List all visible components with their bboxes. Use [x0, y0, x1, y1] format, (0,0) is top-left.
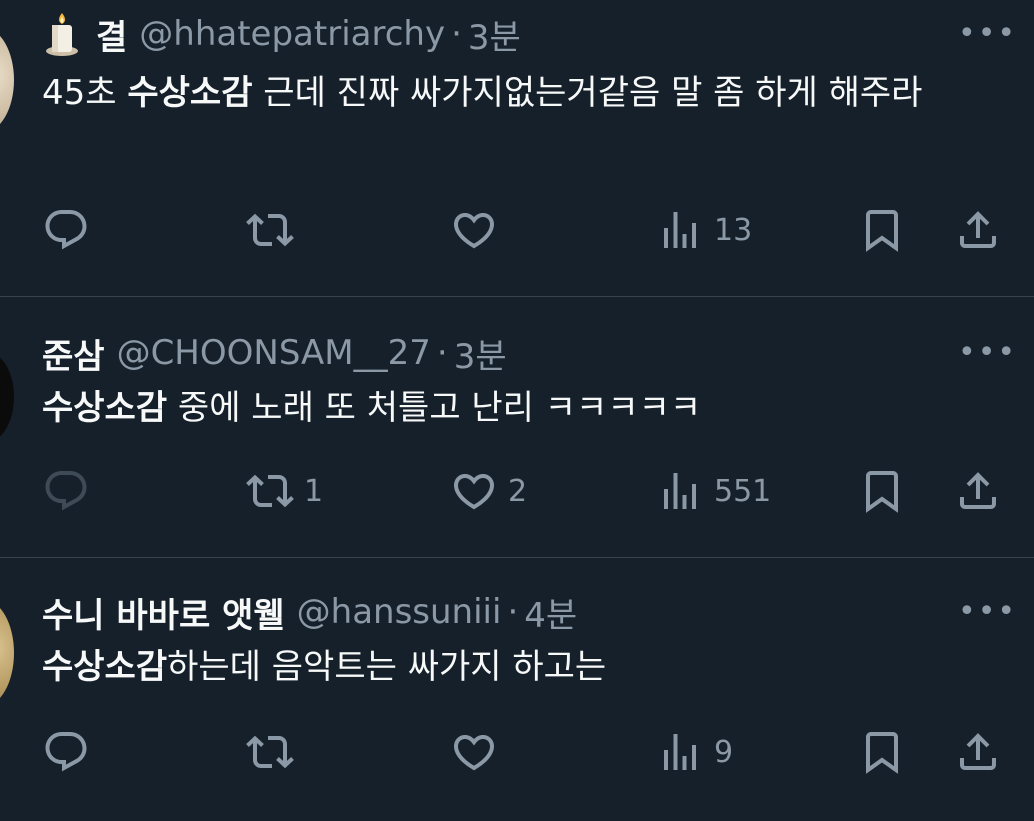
retweet-button[interactable]: 1 [246, 467, 323, 515]
tweet-header: 준삼 @CHOONSAM__27 · 3분 [42, 333, 507, 377]
separator: · [451, 14, 462, 54]
author-handle[interactable]: @hhatepatriarchy [139, 14, 445, 54]
tweet-text-suffix: 근데 진짜 싸가지없는거같음 말 좀 하게 해주라 [252, 73, 923, 113]
more-options-icon[interactable]: ••• [958, 19, 1015, 49]
reply-icon [42, 206, 90, 254]
tweet-text: 수상소감하는데 음악트는 싸가지 하고는 [42, 642, 992, 692]
retweet-button[interactable] [246, 728, 304, 776]
views-button[interactable]: 9 [656, 728, 733, 776]
retweet-count: 1 [304, 473, 324, 509]
like-button[interactable] [450, 728, 508, 776]
heart-icon [450, 467, 498, 515]
views-button[interactable]: 13 [656, 206, 752, 254]
tweet-header: 수니 바바로 앳웰 @hanssuniii · 4분 [42, 592, 577, 636]
tweet-text-suffix: 하는데 음악트는 싸가지 하고는 [167, 647, 607, 687]
share-button[interactable] [954, 206, 1002, 254]
reply-button[interactable] [42, 728, 100, 776]
action-bar: 1 2 551 [0, 467, 1034, 515]
reply-button[interactable] [42, 467, 100, 515]
tweet-text: 45초 수상소감 근데 진짜 싸가지없는거같음 말 좀 하게 해주라 [42, 68, 992, 118]
tweet-text: 수상소감 중에 노래 또 처틀고 난리 ㅋㅋㅋㅋㅋ [42, 383, 992, 433]
reply-icon [42, 728, 90, 776]
action-bar: 9 [0, 728, 1034, 776]
bookmark-icon [858, 728, 906, 776]
tweet-text-prefix: 45초 [42, 73, 128, 113]
candle-icon [42, 11, 82, 57]
bookmark-icon [858, 206, 906, 254]
view-count: 13 [714, 212, 753, 248]
like-count: 2 [508, 473, 528, 509]
share-button[interactable] [954, 467, 1002, 515]
author-name[interactable]: 준삼 [42, 329, 105, 378]
retweet-icon [246, 728, 294, 776]
view-count: 9 [714, 734, 734, 770]
reply-icon [42, 467, 90, 515]
timestamp[interactable]: 3분 [454, 329, 507, 378]
action-bar: 13 [0, 206, 1034, 254]
view-count: 551 [714, 473, 772, 509]
retweet-button[interactable] [246, 206, 304, 254]
more-options-icon[interactable]: ••• [958, 338, 1015, 368]
tweet-header: 결 @hhatepatriarchy · 3분 [42, 11, 521, 58]
author-handle[interactable]: @hanssuniii [297, 592, 502, 632]
author-name[interactable]: 수니 바바로 앳웰 [42, 588, 285, 637]
views-icon [656, 206, 704, 254]
author-name[interactable]: 결 [96, 10, 127, 59]
retweet-icon [246, 467, 294, 515]
share-icon [954, 728, 1002, 776]
reply-button[interactable] [42, 206, 100, 254]
share-icon [954, 206, 1002, 254]
heart-icon [450, 206, 498, 254]
tweet-text-suffix: 중에 노래 또 처틀고 난리 ㅋㅋㅋㅋㅋ [167, 388, 702, 428]
retweet-icon [246, 206, 294, 254]
share-icon [954, 467, 1002, 515]
like-button[interactable]: 2 [450, 467, 527, 515]
timestamp[interactable]: 4분 [524, 588, 577, 637]
timeline-feed: 결 @hhatepatriarchy · 3분 ••• 45초 수상소감 근데 … [0, 0, 1034, 821]
bookmark-button[interactable] [858, 728, 906, 776]
views-button[interactable]: 551 [656, 467, 771, 515]
tweet-text-highlight: 수상소감 [127, 73, 253, 113]
bookmark-button[interactable] [858, 206, 906, 254]
timestamp[interactable]: 3분 [468, 10, 521, 59]
heart-icon [450, 728, 498, 776]
tweet-text-highlight: 수상소감 [42, 647, 168, 687]
bookmark-icon [858, 467, 906, 515]
like-button[interactable] [450, 206, 508, 254]
share-button[interactable] [954, 728, 1002, 776]
tweet[interactable]: 준삼 @CHOONSAM__27 · 3분 ••• 수상소감 중에 노래 또 처… [0, 297, 1034, 558]
bookmark-button[interactable] [858, 467, 906, 515]
views-icon [656, 467, 704, 515]
more-options-icon[interactable]: ••• [958, 597, 1015, 627]
author-handle[interactable]: @CHOONSAM__27 [117, 333, 431, 373]
separator: · [507, 592, 519, 632]
tweet[interactable]: 수니 바바로 앳웰 @hanssuniii · 4분 ••• 수상소감하는데 음… [0, 558, 1034, 821]
tweet[interactable]: 결 @hhatepatriarchy · 3분 ••• 45초 수상소감 근데 … [0, 0, 1034, 297]
views-icon [656, 728, 704, 776]
tweet-text-highlight: 수상소감 [42, 388, 168, 428]
separator: · [436, 333, 448, 373]
